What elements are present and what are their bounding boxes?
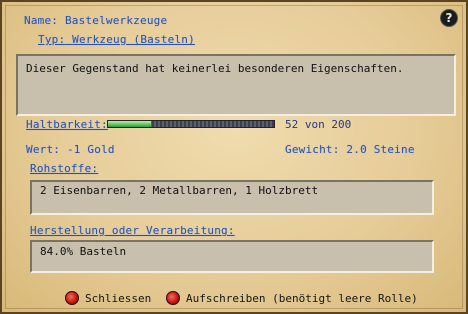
type-label: Typ: Werkzeug (Basteln) — [38, 33, 195, 46]
durability-label: Haltbarkeit: — [26, 118, 108, 131]
red-gem-icon — [166, 291, 180, 305]
materials-text: 2 Eisenbarren, 2 Metallbarren, 1 Holzbre… — [40, 184, 319, 197]
crafting-text: 84.0% Basteln — [40, 245, 127, 258]
description-text: Dieser Gegenstand hat keinerlei besonder… — [26, 62, 404, 75]
write-down-button[interactable]: Aufschreiben (benötigt leere Rolle) — [166, 291, 418, 305]
value-label: Wert: -1 Gold — [26, 143, 115, 156]
item-info-window: ? Name: Bastelwerkzeuge Typ: Werkzeug (B… — [0, 0, 468, 314]
durability-bar — [107, 120, 275, 128]
red-gem-icon — [65, 291, 79, 305]
help-icon[interactable]: ? — [440, 9, 458, 27]
durability-value: 52 von 200 — [285, 118, 352, 131]
weight-label: Gewicht: 2.0 Steine — [285, 143, 415, 156]
materials-label: Rohstoffe: — [30, 162, 99, 175]
item-name: Bastelwerkzeuge — [64, 14, 168, 27]
item-type: Werkzeug (Basteln) — [72, 33, 195, 46]
durability-bar-fill — [108, 121, 152, 127]
weight-amount: 2.0 Steine — [346, 143, 415, 156]
crafting-label: Herstellung oder Verarbeitung: — [30, 224, 235, 237]
name-label: Name: Bastelwerkzeuge — [24, 14, 168, 27]
materials-box: 2 Eisenbarren, 2 Metallbarren, 1 Holzbre… — [30, 180, 434, 215]
crafting-box: 84.0% Basteln — [30, 240, 434, 273]
close-button[interactable]: Schliessen — [65, 291, 151, 305]
description-box: Dieser Gegenstand hat keinerlei besonder… — [16, 54, 456, 116]
value-amount: -1 Gold — [66, 143, 115, 156]
